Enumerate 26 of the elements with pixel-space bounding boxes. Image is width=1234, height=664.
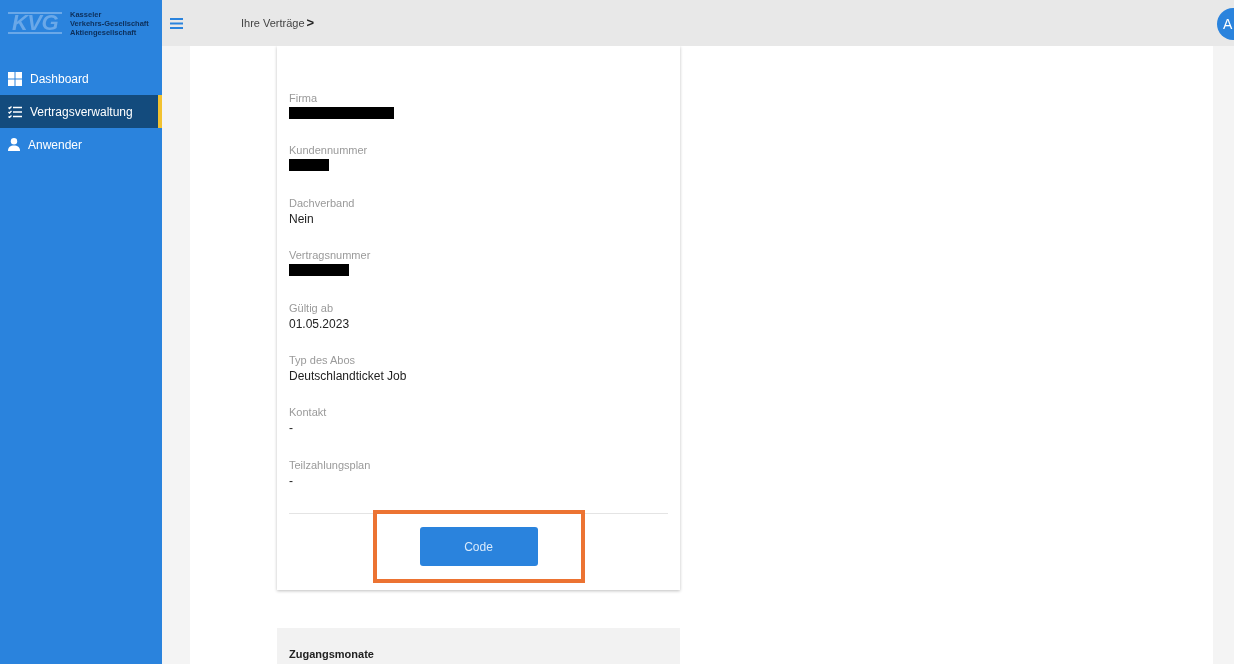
checklist-icon bbox=[8, 105, 22, 118]
field-value: 01.05.2023 bbox=[289, 315, 351, 332]
avatar[interactable]: A bbox=[1217, 8, 1234, 40]
field-label: Teilzahlungsplan bbox=[289, 457, 372, 473]
sidebar-item[interactable]: Dashboard bbox=[0, 62, 162, 95]
breadcrumb-link[interactable]: Ihre Verträge bbox=[241, 14, 305, 32]
grid-icon bbox=[8, 71, 22, 86]
sidebar-item[interactable]: Vertragsverwaltung bbox=[0, 95, 162, 128]
field-label: Vertragsnummer bbox=[289, 248, 372, 264]
user-icon bbox=[8, 138, 20, 151]
field-label: Gültig ab bbox=[289, 300, 335, 316]
field-label: Kontakt bbox=[289, 405, 328, 421]
field-value: Deutschlandticket Job bbox=[289, 367, 408, 384]
field-value: - bbox=[289, 472, 294, 489]
field-label: Kundennummer bbox=[289, 143, 369, 159]
section-header: Zugangsmonate bbox=[277, 628, 680, 664]
menu-icon[interactable] bbox=[170, 17, 183, 29]
chevron-icon: > bbox=[306, 13, 315, 33]
sidebar-item[interactable]: Anwender bbox=[0, 128, 162, 161]
field-value: - bbox=[289, 420, 294, 437]
field-label: Dachverband bbox=[289, 195, 356, 211]
code-button[interactable]: Code bbox=[419, 527, 538, 567]
field-label: Firma bbox=[289, 91, 319, 106]
logo-mark: KVG bbox=[8, 12, 63, 34]
field-value: Nein bbox=[289, 210, 315, 227]
field-label: Typ des Abos bbox=[289, 352, 357, 368]
